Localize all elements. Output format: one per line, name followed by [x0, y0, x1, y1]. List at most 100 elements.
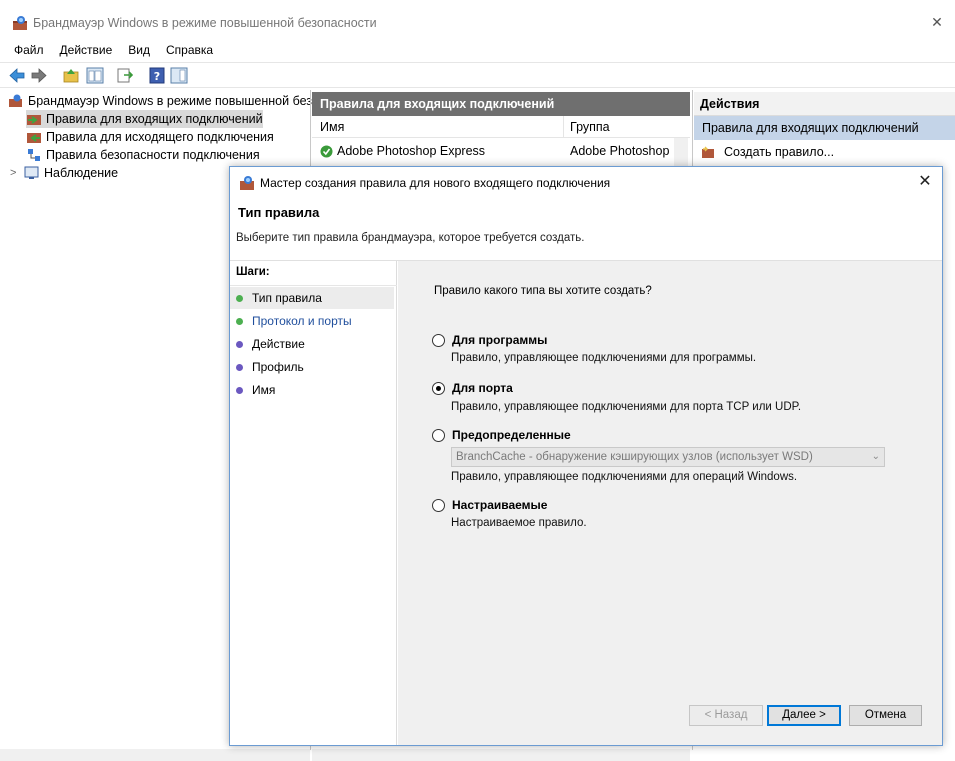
radio-program[interactable]	[432, 333, 445, 347]
rule-name: Adobe Photoshop Express	[337, 144, 486, 158]
next-button[interactable]: Далее >	[767, 705, 841, 726]
option-description: Правило, управляющее подключениями для о…	[451, 471, 798, 483]
action-label: Создать правило...	[724, 145, 835, 159]
step-label: Протокол и порты	[252, 314, 352, 328]
column-name[interactable]: Имя	[320, 120, 344, 134]
radio-custom[interactable]	[432, 498, 445, 512]
back-arrow-icon[interactable]	[8, 67, 26, 84]
dialog-title: Мастер создания правила для нового входя…	[260, 176, 611, 190]
tree-item-monitoring[interactable]: > Наблюдение	[10, 164, 118, 182]
column-group[interactable]: Группа	[570, 120, 610, 134]
option-label[interactable]: Настраиваемые	[452, 498, 547, 512]
vertical-scrollbar[interactable]	[674, 138, 688, 168]
wizard-page-subheading: Выберите тип правила брандмауэра, которо…	[236, 232, 585, 244]
menu-action[interactable]: Действие	[60, 40, 113, 60]
svg-text:?: ?	[154, 70, 160, 83]
option-description: Правило, управляющее подключениями для п…	[451, 352, 757, 364]
step-label: Профиль	[252, 360, 304, 374]
menu-help[interactable]: Справка	[166, 40, 213, 60]
firewall-app-icon	[13, 16, 27, 30]
menu-view[interactable]: Вид	[128, 40, 150, 60]
option-program[interactable]: Для программы	[432, 333, 547, 347]
option-description: Настраиваемое правило.	[451, 517, 587, 529]
tree-item-connection-security[interactable]: Правила безопасности подключения	[26, 146, 260, 164]
tree-item-label: Наблюдение	[44, 166, 119, 180]
monitoring-icon	[24, 166, 39, 179]
chevron-down-icon: ⌄	[871, 451, 880, 462]
expand-chevron-icon[interactable]: >	[10, 164, 24, 182]
steps-divider	[230, 285, 397, 286]
option-custom[interactable]: Настраиваемые	[432, 498, 547, 512]
title-bar: Брандмауэр Windows в режиме повышенной б…	[0, 0, 955, 40]
option-port[interactable]: Для порта	[432, 381, 513, 395]
tree-item-inbound-rules[interactable]: Правила для входящих подключений	[26, 110, 263, 128]
step-label: Тип правила	[252, 291, 322, 305]
firewall-wizard-icon	[240, 176, 254, 190]
option-predefined[interactable]: Предопределенные	[432, 428, 571, 442]
cancel-button[interactable]: Отмена	[849, 705, 922, 726]
wizard-content: Правило какого типа вы хотите создать? Д…	[398, 261, 942, 745]
console-tree-icon[interactable]	[86, 67, 104, 84]
tree-item-outbound-rules[interactable]: Правила для исходящего подключения	[26, 128, 274, 146]
actions-header: Действия	[694, 92, 955, 116]
inbound-rules-icon	[27, 115, 41, 125]
dialog-title-bar: Мастер создания правила для нового входя…	[230, 167, 942, 197]
step-profile: Профиль	[230, 356, 394, 378]
wizard-steps: Шаги: Тип правила Протокол и порты Дейст…	[230, 261, 397, 745]
export-list-icon[interactable]	[116, 67, 134, 84]
center-pane-header: Правила для входящих подключений	[312, 92, 690, 116]
tree-root[interactable]: Брандмауэр Windows в режиме повышенной б…	[8, 92, 319, 110]
step-rule-type: Тип правила	[230, 287, 394, 309]
step-label: Имя	[252, 383, 276, 397]
column-separator[interactable]	[563, 116, 564, 138]
forward-arrow-icon[interactable]	[30, 67, 48, 84]
action-new-rule[interactable]: Создать правило...	[694, 140, 955, 164]
horizontal-scrollbar-tree[interactable]	[0, 749, 310, 761]
window-close-icon[interactable]: ✕	[927, 12, 947, 32]
column-header-row: Имя Группа	[312, 116, 690, 138]
menu-bar: Файл Действие Вид Справка	[0, 40, 955, 60]
tree-item-label: Правила для входящих подключений	[46, 112, 263, 126]
option-description: Правило, управляющее подключениями для п…	[451, 401, 802, 413]
radio-predefined[interactable]	[432, 428, 445, 442]
firewall-root-icon	[9, 94, 22, 107]
enabled-check-icon	[320, 145, 333, 157]
tree-item-label: Правила для исходящего подключения	[46, 130, 274, 144]
dialog-header: Тип правила Выберите тип правила брандма…	[230, 197, 942, 261]
connection-security-icon	[28, 149, 40, 161]
radio-port[interactable]	[432, 381, 445, 395]
dialog-close-icon[interactable]: ✕	[914, 171, 936, 193]
step-action: Действие	[230, 333, 394, 355]
step-done-dot-icon	[236, 294, 243, 302]
table-row[interactable]: Adobe Photoshop Express Adobe Photoshop …	[320, 142, 680, 160]
rule-type-question: Правило какого типа вы хотите создать?	[434, 285, 652, 297]
toolbar: ?	[0, 62, 955, 88]
predefined-rules-dropdown: BranchCache - обнаружение кэширующих узл…	[451, 447, 885, 467]
up-folder-icon[interactable]	[62, 67, 80, 84]
new-rule-wizard-dialog: Мастер создания правила для нового входя…	[229, 166, 943, 746]
dropdown-value: BranchCache - обнаружение кэширующих узл…	[456, 451, 813, 463]
tree-root-label: Брандмауэр Windows в режиме повышенной б…	[28, 94, 319, 108]
back-button[interactable]: < Назад	[689, 705, 763, 726]
rule-group: Adobe Photoshop I	[570, 144, 677, 158]
option-label[interactable]: Предопределенные	[452, 428, 571, 442]
step-done-dot-icon	[236, 317, 243, 325]
window-title: Брандмауэр Windows в режиме повышенной б…	[33, 16, 377, 30]
step-name: Имя	[230, 379, 394, 401]
horizontal-scrollbar-list[interactable]	[312, 749, 690, 761]
outbound-rules-icon	[27, 133, 41, 143]
steps-label: Шаги:	[236, 266, 270, 278]
new-rule-icon	[702, 146, 714, 158]
step-pending-dot-icon	[236, 386, 243, 394]
help-icon[interactable]: ?	[148, 67, 166, 84]
step-protocol-ports[interactable]: Протокол и порты	[230, 310, 394, 332]
step-pending-dot-icon	[236, 340, 243, 348]
option-label[interactable]: Для программы	[452, 333, 547, 347]
option-label[interactable]: Для порта	[452, 381, 513, 395]
show-hide-pane-icon[interactable]	[170, 67, 188, 84]
menu-file[interactable]: Файл	[14, 40, 44, 60]
tree-item-label: Правила безопасности подключения	[46, 148, 260, 162]
wizard-page-heading: Тип правила	[238, 205, 320, 220]
step-label: Действие	[252, 337, 305, 351]
actions-section-inbound[interactable]: Правила для входящих подключений	[694, 116, 955, 140]
